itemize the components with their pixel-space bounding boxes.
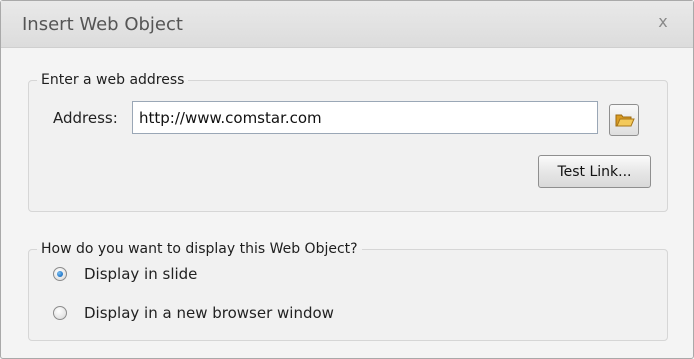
insert-web-object-dialog: Insert Web Object x Enter a web address …: [0, 0, 694, 359]
display-mode-group: How do you want to display this Web Obje…: [28, 241, 668, 341]
address-input[interactable]: [132, 101, 598, 134]
radio-option-display-in-slide[interactable]: Display in slide: [53, 264, 197, 284]
radio-option-new-browser-window[interactable]: Display in a new browser window: [53, 303, 334, 323]
folder-open-icon: [615, 114, 635, 127]
dialog-title: Insert Web Object: [22, 14, 183, 35]
radio-label-new-browser-window: Display in a new browser window: [84, 304, 334, 322]
browse-button[interactable]: [609, 104, 639, 136]
web-address-group: Enter a web address: [28, 72, 668, 212]
radio-label-display-in-slide: Display in slide: [84, 265, 198, 283]
close-icon[interactable]: x: [655, 13, 671, 31]
test-link-button[interactable]: Test Link...: [538, 155, 651, 188]
radio-button-unselected[interactable]: [53, 306, 67, 320]
dialog-titlebar: Insert Web Object x: [1, 1, 693, 48]
radio-button-selected[interactable]: [53, 267, 67, 281]
address-label: Address:: [53, 109, 118, 127]
web-address-legend: Enter a web address: [41, 72, 185, 88]
display-mode-legend: How do you want to display this Web Obje…: [41, 241, 358, 257]
